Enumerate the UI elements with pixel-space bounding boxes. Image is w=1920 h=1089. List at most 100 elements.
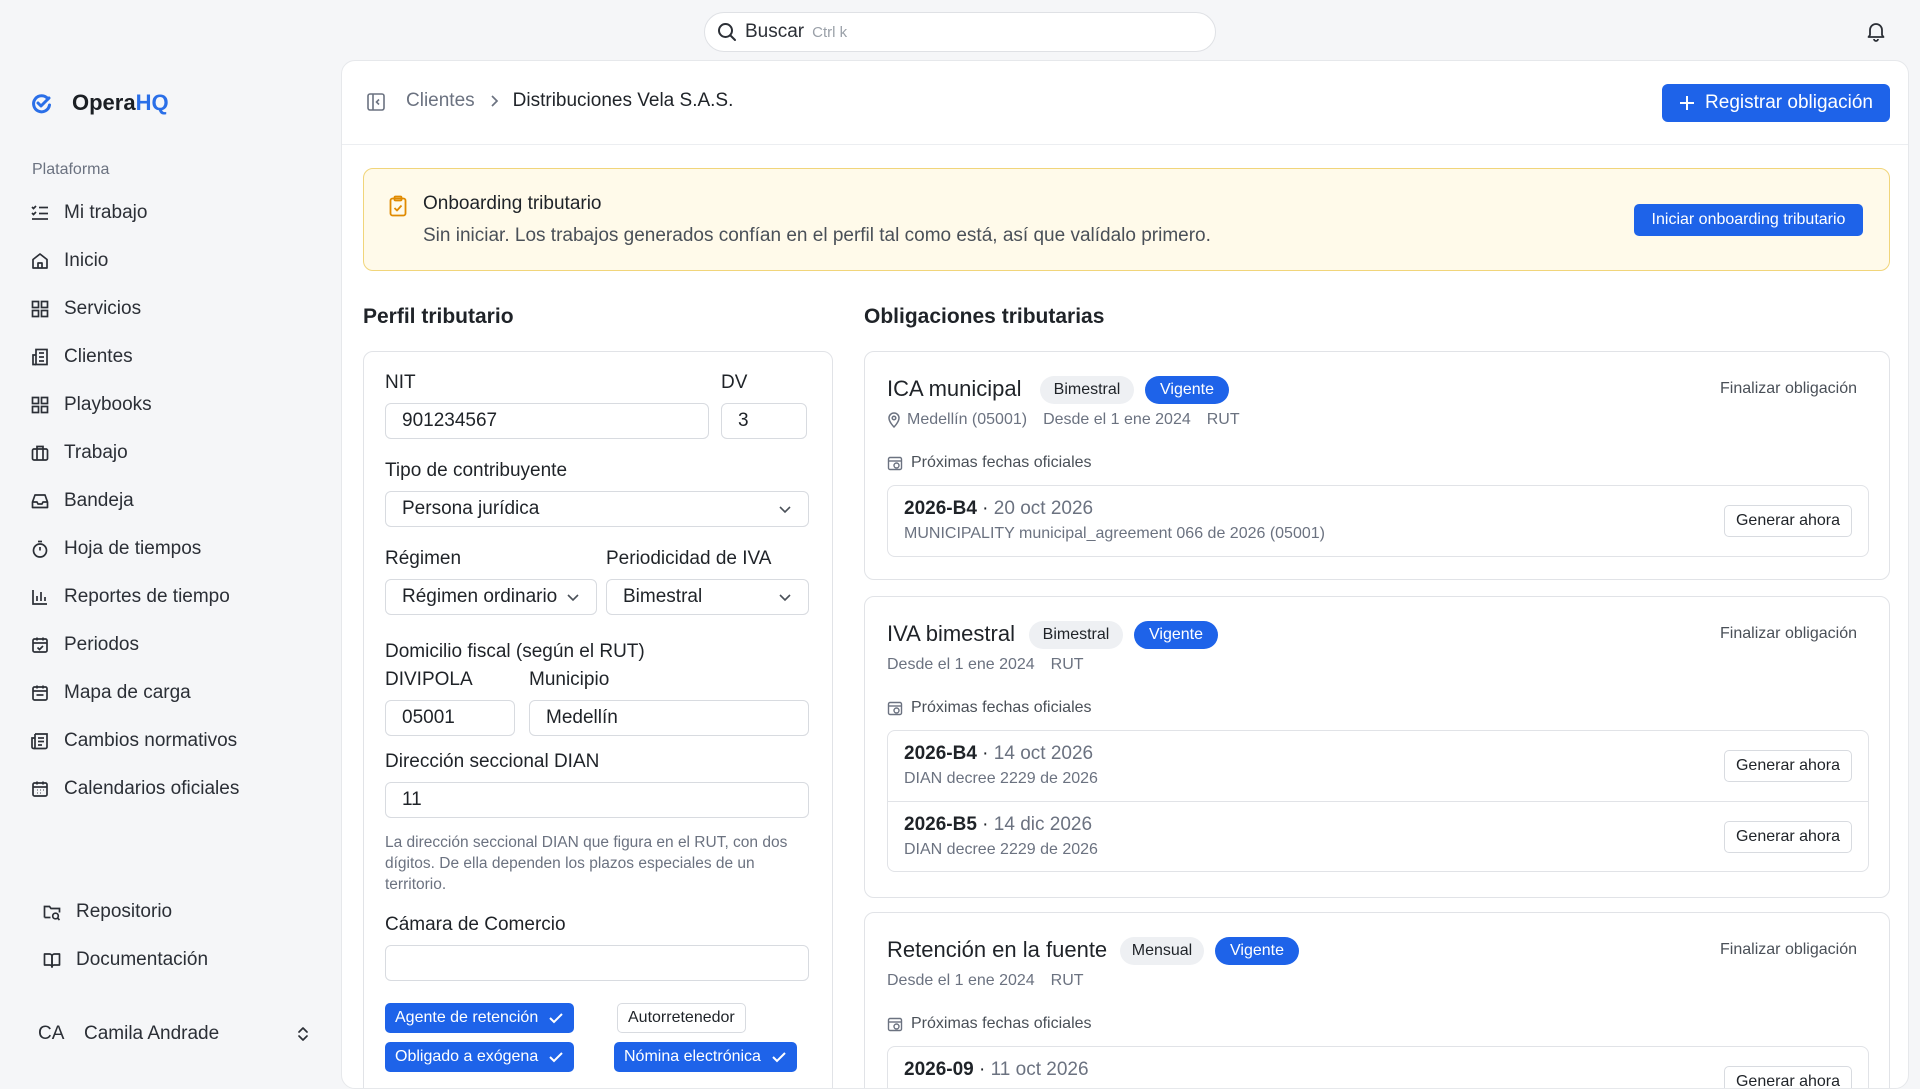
sidebar-item-label: Mapa de carga [64, 682, 191, 703]
registrar-obligacion-button[interactable]: Registrar obligación [1662, 84, 1890, 122]
regimen-select[interactable]: Régimen ordinario [385, 579, 597, 615]
check-icon [772, 1052, 786, 1063]
obligation-card-retencion: Retención en la fuente Mensual Vigente F… [864, 912, 1890, 1088]
sidebar-item-label: Repositorio [76, 901, 173, 922]
chevron-down-icon [567, 594, 579, 602]
divipola-label: DIVIPOLA [385, 669, 473, 690]
dv-field[interactable]: 3 [721, 403, 807, 439]
sidebar-item-label: Calendarios oficiales [64, 778, 240, 799]
municipio-label: Municipio [529, 669, 610, 690]
calendar-check-icon [32, 637, 48, 653]
sidebar-item-mapa-de-carga[interactable]: Mapa de carga [30, 669, 330, 717]
sidebar-item-repositorio[interactable]: Repositorio [42, 888, 322, 936]
grid-icon [31, 300, 49, 318]
sidebar-nav: Mi trabajo Inicio Servicios Clientes Pla… [30, 189, 330, 813]
sidebar-item-label: Mi trabajo [64, 202, 148, 223]
date-row: 2026-B4 · 14 oct 2026 DIAN decree 2229 d… [888, 731, 1868, 801]
search-input[interactable]: Buscar Ctrl k [704, 12, 1216, 52]
sidebar-item-cambios-normativos[interactable]: Cambios normativos [30, 717, 330, 765]
obligation-source: RUT [1206, 411, 1240, 428]
period-code: 2026-B4 [904, 498, 977, 519]
panel-toggle-icon[interactable] [366, 92, 386, 112]
chip-obligado-exogena[interactable]: Obligado a exógena [385, 1042, 575, 1072]
periodicidad-label: Periodicidad de IVA [606, 548, 772, 569]
chevron-right-icon [491, 95, 498, 107]
chip-nomina-electronica[interactable]: Nómina electrónica [614, 1042, 797, 1072]
seccional-dian-field[interactable]: 11 [385, 782, 809, 818]
divipola-field[interactable]: 05001 [385, 700, 515, 736]
sidebar-item-clientes[interactable]: Clientes [30, 333, 330, 381]
seccional-label: Dirección seccional DIAN [385, 751, 600, 772]
dates-list: 2026-09 · 11 oct 2026 Generar ahora [887, 1046, 1869, 1088]
finalizar-obligacion-link[interactable]: Finalizar obligación [1720, 625, 1857, 643]
sidebar-item-servicios[interactable]: Servicios [30, 285, 330, 333]
generar-ahora-button[interactable]: Generar ahora [1724, 821, 1852, 853]
obligation-since: Desde el 1 ene 2024 [887, 656, 1035, 673]
sidebar-item-playbooks[interactable]: Playbooks [30, 381, 330, 429]
section-label: Plataforma [32, 161, 110, 178]
banner-text: Sin iniciar. Los trabajos generados conf… [423, 225, 1211, 246]
calendar-grid-icon [32, 781, 48, 797]
map-pin-icon [888, 412, 900, 428]
dates-list: 2026-B4 · 14 oct 2026 DIAN decree 2229 d… [887, 730, 1869, 872]
obligation-card-ica: ICA municipal Bimestral Vigente Finaliza… [864, 351, 1890, 580]
nit-field[interactable]: 901234567 [385, 403, 709, 439]
main-panel: Clientes Distribuciones Vela S.A.S. Regi… [341, 60, 1909, 1089]
proximas-fechas-label: Próximas fechas oficiales [887, 699, 1092, 717]
status-badge: Vigente [1134, 621, 1218, 649]
plus-icon [1680, 96, 1695, 110]
sidebar-item-trabajo[interactable]: Trabajo [30, 429, 330, 477]
breadcrumb-clientes[interactable]: Clientes [406, 90, 475, 112]
chip-autorretenedor[interactable]: Autorretenedor [617, 1003, 746, 1033]
periodicidad-value: Bimestral [623, 586, 703, 607]
sidebar-item-mi-trabajo[interactable]: Mi trabajo [30, 189, 330, 237]
status-badge: Vigente [1145, 376, 1229, 404]
sidebar: OperaHQ Plataforma Mi trabajo Inicio Ser… [0, 60, 340, 1089]
obligation-location: Medellín (05001) [887, 411, 1027, 429]
user-menu[interactable]: CA Camila Andrade [38, 1018, 310, 1050]
municipio-field[interactable]: Medellín [529, 700, 809, 736]
sidebar-item-label: Clientes [64, 346, 133, 367]
domicilio-label: Domicilio fiscal (según el RUT) [385, 641, 645, 662]
due-date: 14 dic 2026 [993, 814, 1093, 835]
chip-label: Autorretenedor [628, 1009, 735, 1026]
frequency-badge: Bimestral [1029, 621, 1123, 649]
check-icon [549, 1013, 563, 1024]
calendar-icon [32, 685, 48, 701]
tipo-contribuyente-select[interactable]: Persona jurídica [385, 491, 809, 527]
brand[interactable]: OperaHQ [30, 90, 169, 116]
obligaciones-heading: Obligaciones tributarias [864, 305, 1105, 328]
iniciar-onboarding-button[interactable]: Iniciar onboarding tributario [1634, 204, 1863, 236]
sidebar-item-periodos[interactable]: Periodos [30, 621, 330, 669]
generar-ahora-button[interactable]: Generar ahora [1724, 750, 1852, 782]
regimen-label: Régimen [385, 548, 462, 569]
date-detail: DIAN decree 2229 de 2026 [904, 841, 1098, 858]
sidebar-item-inicio[interactable]: Inicio [30, 237, 330, 285]
chip-agente-retencion[interactable]: Agente de retención [385, 1003, 575, 1033]
dates-list: 2026-B4 · 20 oct 2026 MUNICIPALITY munic… [887, 485, 1869, 557]
sidebar-item-documentacion[interactable]: Documentación [42, 936, 322, 984]
onboarding-banner: Onboarding tributario Sin iniciar. Los t… [363, 168, 1890, 271]
sidebar-item-reportes-de-tiempo[interactable]: Reportes de tiempo [30, 573, 330, 621]
finalizar-obligacion-link[interactable]: Finalizar obligación [1720, 380, 1857, 398]
obligation-since: Desde el 1 ene 2024 [1043, 411, 1191, 428]
generar-ahora-button[interactable]: Generar ahora [1724, 1066, 1852, 1088]
sidebar-item-calendarios-oficiales[interactable]: Calendarios oficiales [30, 765, 330, 813]
generar-ahora-button[interactable]: Generar ahora [1724, 505, 1852, 537]
period-code: 2026-B4 [904, 743, 977, 764]
date-row: 2026-B5 · 14 dic 2026 DIAN decree 2229 d… [888, 801, 1868, 871]
finalizar-obligacion-link[interactable]: Finalizar obligación [1720, 941, 1857, 959]
book-icon [43, 953, 61, 968]
dv-label: DV [721, 372, 748, 393]
page-header: Clientes Distribuciones Vela S.A.S. Regi… [342, 61, 1908, 145]
home-icon [32, 253, 48, 269]
obligation-source: RUT [1050, 972, 1084, 989]
periodicidad-iva-select[interactable]: Bimestral [606, 579, 809, 615]
search-shortcut: Ctrl k [812, 23, 848, 41]
sidebar-item-label: Hoja de tiempos [64, 538, 202, 559]
sidebar-item-bandeja[interactable]: Bandeja [30, 477, 330, 525]
bell-icon[interactable] [1864, 19, 1888, 43]
calendar-clock-icon [887, 1017, 903, 1032]
sidebar-item-hoja-de-tiempos[interactable]: Hoja de tiempos [30, 525, 330, 573]
camara-comercio-field[interactable] [385, 945, 809, 981]
